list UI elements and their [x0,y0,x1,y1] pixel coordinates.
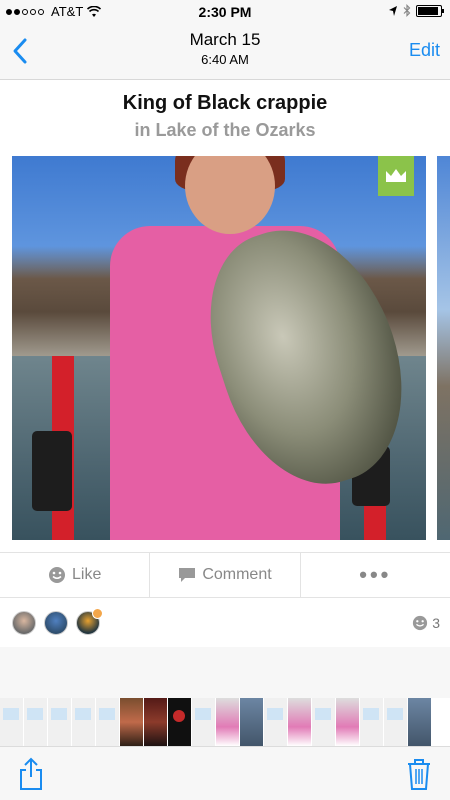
thumbnail[interactable] [192,698,215,746]
thumbnail[interactable] [24,698,47,746]
reactions-row: 3 [0,598,450,647]
avatar[interactable] [44,610,68,635]
action-bar: Like Comment ••• [0,552,450,598]
thumbnail[interactable] [312,698,335,746]
avatar[interactable] [12,610,36,635]
thumbnail[interactable] [72,698,95,746]
comment-icon [179,568,196,582]
thumbnail[interactable] [240,698,263,746]
status-bar: AT&T 2:30 PM [0,0,450,24]
thumbnail[interactable] [336,698,359,746]
more-label: ••• [359,562,392,587]
crown-icon [386,169,406,182]
thumbnail-strip[interactable] [0,698,450,746]
photo-head [185,156,275,234]
comment-button[interactable]: Comment [149,553,299,597]
reaction-count-value: 3 [432,614,440,631]
battery-icon [416,4,444,17]
nav-title: March 15 6:40 AM [0,30,450,67]
thumbnail[interactable] [288,698,311,746]
post-card: King of Black crappie in Lake of the Oza… [0,80,450,647]
bluetooth-icon [403,4,411,17]
thumbnail[interactable] [408,698,431,746]
photo-person [70,156,426,540]
smiley-icon [48,567,65,583]
thumbnail[interactable] [48,698,71,746]
thumbnail[interactable] [264,698,287,746]
thumbnail[interactable] [216,698,239,746]
next-photo-peek[interactable] [437,156,450,540]
post-location: in Lake of the Ozarks [134,120,316,140]
smiley-icon [413,615,428,630]
reaction-count[interactable]: 3 [412,615,440,631]
more-button[interactable]: ••• [299,553,450,597]
catch-photo[interactable] [12,156,426,540]
thumbnail[interactable] [360,698,383,746]
status-right [388,4,444,17]
comment-label: Comment [202,566,272,583]
thumbnail[interactable] [384,698,407,746]
thumbnail[interactable] [120,698,143,746]
thumbnail[interactable] [96,698,119,746]
post-date: March 15 [189,30,261,49]
nav-bar: March 15 6:40 AM Edit [0,24,450,80]
avatar[interactable] [76,607,103,635]
status-time: 2:30 PM [198,4,252,20]
like-button[interactable]: Like [0,553,149,597]
like-label: Like [71,566,102,583]
photo-motor-left-box [32,431,72,511]
share-icon[interactable] [18,757,44,791]
edit-button[interactable]: Edit [409,40,440,61]
post-title: King of Black crappie [122,92,328,114]
location-arrow-icon [389,5,397,16]
thumbnail[interactable] [0,698,23,746]
post-time: 6:40 AM [201,52,249,67]
thumbnail[interactable] [168,698,191,746]
trash-icon[interactable] [406,757,432,791]
bottom-toolbar [0,746,450,800]
thumbnail[interactable] [144,698,167,746]
battery-fill [418,6,438,15]
crown-badge [378,156,414,196]
